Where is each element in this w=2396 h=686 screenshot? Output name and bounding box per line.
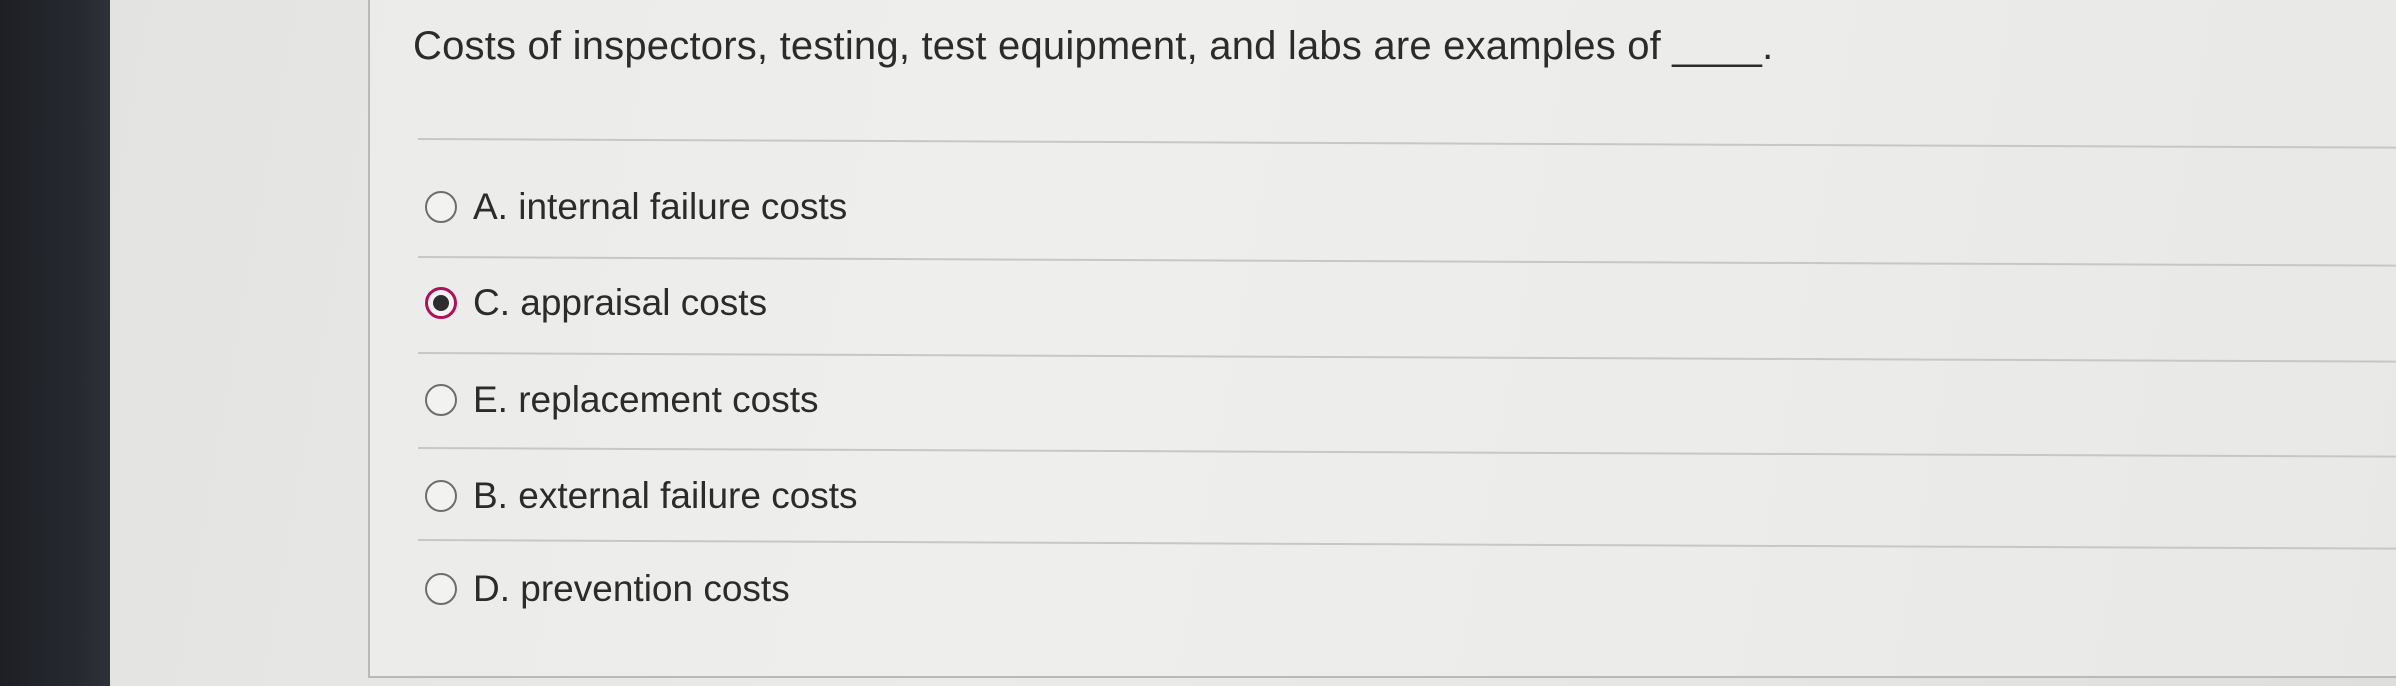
answer-option-d[interactable]: D. prevention costs — [425, 559, 790, 619]
answer-label-a: A. internal failure costs — [473, 186, 848, 227]
answer-option-c[interactable]: C. appraisal costs — [425, 273, 767, 333]
answer-label-b: B. external failure costs — [473, 475, 858, 516]
radio-unselected-icon[interactable] — [425, 191, 457, 223]
answer-option-a[interactable]: A. internal failure costs — [425, 177, 847, 237]
answer-label-e: E. replacement costs — [473, 379, 819, 420]
answer-option-e[interactable]: E. replacement costs — [425, 370, 818, 430]
radio-unselected-icon[interactable] — [425, 384, 457, 416]
divider — [417, 352, 2396, 363]
divider — [417, 138, 2396, 149]
answer-option-b[interactable]: B. external failure costs — [425, 466, 858, 526]
answer-label-d: D. prevention costs — [473, 568, 790, 609]
radio-dot-icon — [433, 295, 449, 311]
radio-selected-icon[interactable] — [425, 287, 457, 319]
divider — [417, 256, 2396, 267]
divider — [417, 447, 2396, 458]
radio-unselected-icon[interactable] — [425, 573, 457, 605]
answer-label-c: C. appraisal costs — [473, 282, 768, 323]
answer-list: A. internal failure costs C. appraisal c… — [0, 0, 2396, 686]
divider — [417, 539, 2396, 550]
radio-unselected-icon[interactable] — [425, 480, 457, 512]
